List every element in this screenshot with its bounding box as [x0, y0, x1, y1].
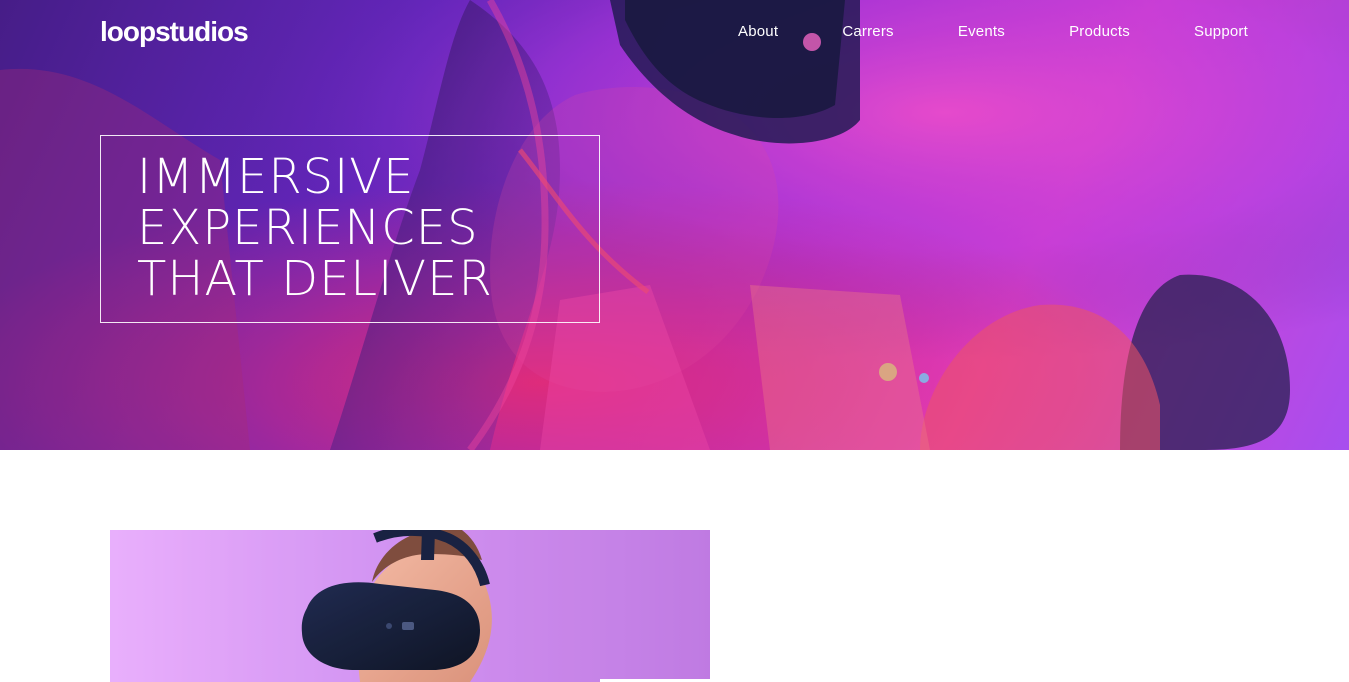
vr-user-photo: [110, 530, 710, 682]
hero-headline-box: IMMERSIVE EXPERIENCES THAT DELIVER: [100, 135, 600, 323]
top-navigation-bar: loopstudios About Carrers Events Product…: [100, 16, 1249, 50]
hero-headline-line-2: EXPERIENCES: [137, 200, 479, 256]
brand-logo[interactable]: loopstudios: [100, 16, 249, 48]
nav-item-carrers[interactable]: Carrers: [842, 22, 893, 42]
nav-item-products[interactable]: Products: [1069, 22, 1130, 42]
nav-item-support[interactable]: Support: [1194, 22, 1248, 42]
vr-photo-card: [110, 530, 710, 682]
primary-nav: About Carrers Events Products Support: [738, 22, 1248, 42]
hero-section: loopstudios About Carrers Events Product…: [0, 0, 1349, 450]
nav-item-about[interactable]: About: [738, 22, 778, 42]
nav-item-events[interactable]: Events: [958, 22, 1005, 42]
page: loopstudios About Carrers Events Product…: [0, 0, 1349, 682]
hero-headline-line-1: IMMERSIVE: [137, 149, 415, 205]
hero-headline-line-3: THAT DELIVER: [137, 251, 493, 307]
hero-headline: IMMERSIVE EXPERIENCES THAT DELIVER: [137, 152, 493, 305]
